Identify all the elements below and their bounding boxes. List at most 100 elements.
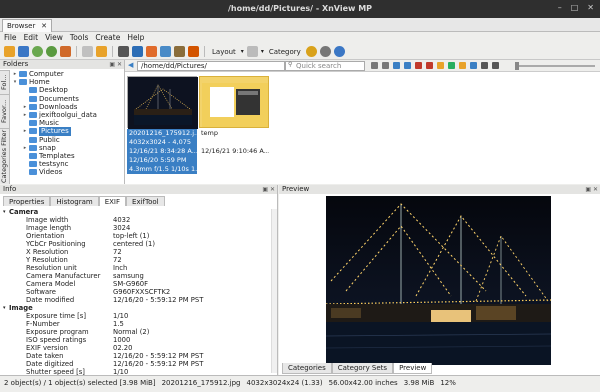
- menu-view[interactable]: View: [45, 32, 63, 44]
- nav-down-icon[interactable]: [404, 62, 411, 69]
- exif-row[interactable]: Camera Model SM-G960F: [0, 280, 270, 288]
- tab-category-sets[interactable]: Category Sets: [331, 363, 394, 374]
- tree-item-snap[interactable]: ▸ snap: [12, 144, 124, 152]
- edit-icon[interactable]: [437, 62, 444, 69]
- category-menu[interactable]: Category: [269, 48, 301, 56]
- tree-item-home[interactable]: ▾ Home: [12, 78, 124, 86]
- thumbnail-image[interactable]: [127, 76, 198, 129]
- print-icon[interactable]: [118, 46, 129, 57]
- expand-arrow-icon[interactable]: ▸: [22, 111, 28, 119]
- exif-row[interactable]: Date modified 12/16/20 - 5:59:12 PM PST: [0, 296, 270, 304]
- tree-item-jexiftoolgui-data[interactable]: ▸ jexiftoolgui_data: [12, 111, 124, 119]
- expand-arrow-icon[interactable]: ▸: [22, 127, 28, 135]
- copy-icon[interactable]: [82, 46, 93, 57]
- delete-icon[interactable]: [426, 62, 433, 69]
- tree-item-templates[interactable]: Templates: [12, 152, 124, 160]
- folder-thumbnail[interactable]: [199, 76, 269, 128]
- chevron-down-icon[interactable]: ▾: [261, 48, 264, 55]
- sort-icon[interactable]: [481, 62, 488, 69]
- tab-folders[interactable]: Fol...: [0, 70, 10, 94]
- menu-file[interactable]: File: [4, 32, 17, 44]
- exif-row[interactable]: X Resolution 72: [0, 248, 270, 256]
- collapse-arrow-icon[interactable]: ▾: [3, 304, 6, 312]
- save-icon[interactable]: [18, 46, 29, 57]
- tree-item-desktop[interactable]: Desktop: [12, 86, 124, 94]
- tree-item-pictures[interactable]: ▸ Pictures: [12, 127, 124, 136]
- thumbnail-item[interactable]: temp 12/16/21 9:10:46 A...: [199, 76, 269, 186]
- menu-tools[interactable]: Tools: [70, 32, 88, 44]
- convert-icon[interactable]: [188, 46, 199, 57]
- compare-icon[interactable]: [160, 46, 171, 57]
- tab-exiftool[interactable]: ExifTool: [126, 196, 165, 206]
- filter-icon[interactable]: [60, 46, 71, 57]
- tab-categories[interactable]: Categories: [282, 363, 332, 374]
- menu-create[interactable]: Create: [95, 32, 120, 44]
- tab-browser[interactable]: Browser ✕: [2, 19, 52, 32]
- gear-icon[interactable]: [319, 46, 331, 57]
- exif-row[interactable]: Exposure program Normal (2): [0, 328, 270, 336]
- rotate-icon[interactable]: [46, 46, 57, 57]
- exif-row[interactable]: Resolution unit Inch: [0, 264, 270, 272]
- thumbnail-size-slider[interactable]: [515, 62, 595, 70]
- menu-help[interactable]: Help: [127, 32, 144, 44]
- panel-controls-icon[interactable]: ▣ ✕: [109, 60, 122, 69]
- tree-item-videos[interactable]: Videos: [12, 168, 124, 176]
- maximize-icon[interactable]: □: [571, 3, 579, 12]
- back-icon[interactable]: ◀: [128, 61, 133, 69]
- email-icon[interactable]: [132, 46, 143, 57]
- label-icon[interactable]: [448, 62, 455, 69]
- exif-section[interactable]: ▾ Camera: [0, 208, 270, 216]
- exif-row[interactable]: Date taken 12/16/20 - 5:59:12 PM PST: [0, 352, 270, 360]
- collapse-arrow-icon[interactable]: ▾: [3, 208, 6, 216]
- exif-row[interactable]: EXIF version 02.20: [0, 344, 270, 352]
- help-icon[interactable]: [333, 46, 345, 57]
- exif-row[interactable]: Y Resolution 72: [0, 256, 270, 264]
- settings-icon[interactable]: [305, 46, 317, 57]
- tag-icon[interactable]: [415, 62, 422, 69]
- panel-controls-icon[interactable]: ▣ ✕: [262, 185, 275, 194]
- tree-item-computer[interactable]: ▸ Computer: [12, 70, 124, 78]
- exif-row[interactable]: Camera Manufacturer samsung: [0, 272, 270, 280]
- slideshow-icon[interactable]: [146, 46, 157, 57]
- tab-exif[interactable]: EXIF: [98, 196, 127, 206]
- menu-edit[interactable]: Edit: [24, 32, 39, 44]
- preview-image[interactable]: [326, 196, 551, 365]
- tab-preview[interactable]: Preview: [393, 363, 433, 374]
- tab-histogram[interactable]: Histogram: [50, 196, 99, 206]
- exif-row[interactable]: Image width 4032: [0, 216, 270, 224]
- filter-funnel-icon[interactable]: [470, 62, 477, 69]
- tree-item-documents[interactable]: Documents: [12, 95, 124, 103]
- tree-item-public[interactable]: Public: [12, 136, 124, 144]
- view-mode-icon[interactable]: [246, 46, 258, 57]
- exif-row[interactable]: Orientation top-left (1): [0, 232, 270, 240]
- exif-row[interactable]: Date digitized 12/16/20 - 5:59:12 PM PST: [0, 360, 270, 368]
- vertical-scrollbar[interactable]: [271, 209, 277, 373]
- search-input[interactable]: Quick search: [285, 61, 365, 71]
- slider-knob[interactable]: [515, 62, 519, 70]
- thumbnail-item[interactable]: 20201216_175912.j... 4032x3024 - 4,075 12/…: [127, 76, 198, 186]
- exif-row[interactable]: Software G960FXXSCFTK2: [0, 288, 270, 296]
- browse-folder-icon[interactable]: [4, 46, 15, 57]
- tab-categories-filter[interactable]: Categories Filter: [0, 128, 10, 184]
- expand-arrow-icon[interactable]: ▸: [22, 103, 28, 111]
- rating-star-icon[interactable]: [459, 62, 466, 69]
- chevron-down-icon[interactable]: ▾: [241, 48, 244, 55]
- move-icon[interactable]: [96, 46, 107, 57]
- tree-item-music[interactable]: Music: [12, 119, 124, 127]
- expand-arrow-icon[interactable]: ▸: [12, 70, 18, 78]
- tree-item-downloads[interactable]: ▸ Downloads: [12, 103, 124, 111]
- exif-row[interactable]: Image length 3024: [0, 224, 270, 232]
- exif-row[interactable]: Exposure time [s] 1/10: [0, 312, 270, 320]
- tab-properties[interactable]: Properties: [3, 196, 51, 206]
- nav-up-icon[interactable]: [393, 62, 400, 69]
- exif-section[interactable]: ▾ Image: [0, 304, 270, 312]
- close-icon[interactable]: ✕: [587, 3, 594, 12]
- expand-arrow-icon[interactable]: ▸: [22, 144, 28, 152]
- tab-favorites[interactable]: Favor...: [0, 94, 10, 128]
- exif-row[interactable]: ISO speed ratings 1000: [0, 336, 270, 344]
- batch-icon[interactable]: [174, 46, 185, 57]
- nav-prev-icon[interactable]: [371, 62, 378, 69]
- path-input[interactable]: /home/dd/Pictures/: [137, 61, 285, 71]
- close-tab-icon[interactable]: ✕: [41, 22, 47, 30]
- nav-next-icon[interactable]: [382, 62, 389, 69]
